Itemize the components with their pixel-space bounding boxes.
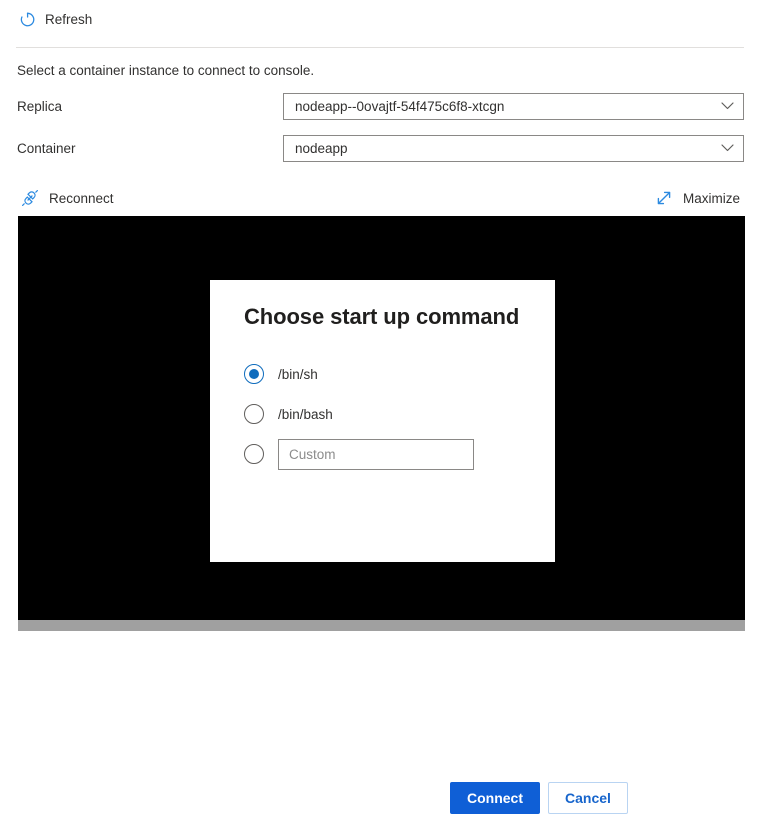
- connect-button[interactable]: Connect: [450, 782, 540, 814]
- container-dropdown[interactable]: nodeapp: [283, 134, 744, 162]
- refresh-label: Refresh: [45, 12, 93, 27]
- radio-option-bin-sh[interactable]: /bin/sh: [244, 360, 504, 388]
- container-label: Container: [17, 140, 76, 156]
- command-bar: Refresh: [0, 0, 760, 39]
- scrollbar-thumb[interactable]: [18, 620, 745, 631]
- radio-label-bin-bash[interactable]: /bin/bash: [278, 407, 333, 422]
- replica-dropdown[interactable]: nodeapp--0ovajtf-54f475c6f8-xtcgn: [283, 92, 744, 120]
- custom-command-input[interactable]: [278, 438, 474, 470]
- radio-button-bin-sh[interactable]: [244, 364, 264, 384]
- cancel-button[interactable]: Cancel: [548, 782, 628, 814]
- radio-option-bin-bash[interactable]: /bin/bash: [244, 400, 504, 428]
- radio-button-bin-bash[interactable]: [244, 404, 264, 424]
- dialog-action-buttons: Connect Cancel: [450, 782, 628, 814]
- maximize-label: Maximize: [682, 190, 740, 206]
- toolbar-divider: [16, 47, 744, 48]
- container-form-row: Container nodeapp: [17, 134, 744, 162]
- container-dropdown-value: nodeapp: [295, 140, 348, 156]
- startup-command-radio-group: /bin/sh /bin/bash: [244, 360, 504, 470]
- refresh-button[interactable]: Refresh: [19, 5, 96, 35]
- radio-button-custom[interactable]: [244, 444, 264, 464]
- dialog-title: Choose start up command: [244, 304, 520, 329]
- replica-label: Replica: [17, 98, 63, 114]
- instruction-text: Select a container instance to connect t…: [17, 63, 315, 78]
- replica-form-row: Replica nodeapp--0ovajtf-54f475c6f8-xtcg…: [17, 92, 744, 120]
- replica-dropdown-value: nodeapp--0ovajtf-54f475c6f8-xtcgn: [295, 98, 505, 114]
- terminal-horizontal-scrollbar[interactable]: [18, 620, 745, 631]
- plug-connector-icon: [21, 189, 39, 207]
- radio-option-custom[interactable]: [244, 438, 504, 470]
- diagonal-expand-arrows-icon: [655, 189, 673, 207]
- reconnect-label: Reconnect: [49, 190, 114, 206]
- refresh-circular-arrow-icon: [19, 11, 36, 28]
- console-toolbar: Reconnect Maximize: [0, 183, 760, 213]
- startup-command-dialog: Choose start up command /bin/sh /bin/bas…: [210, 280, 628, 814]
- maximize-button[interactable]: Maximize: [653, 186, 742, 210]
- radio-label-bin-sh[interactable]: /bin/sh: [278, 367, 318, 382]
- chevron-down-icon: [721, 102, 734, 111]
- chevron-down-icon: [721, 144, 734, 153]
- reconnect-button[interactable]: Reconnect: [19, 186, 116, 210]
